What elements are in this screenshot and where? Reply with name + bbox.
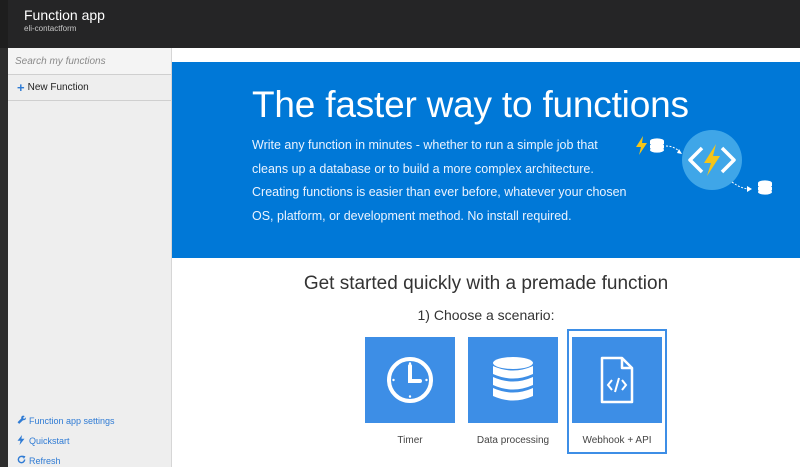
sidebar-link-refresh[interactable]: Refresh	[16, 455, 61, 466]
quickstart-title: Get started quickly with a premade funct…	[303, 273, 669, 294]
scenario-label-timer: Timer	[397, 435, 423, 446]
plus-icon: +	[17, 80, 25, 95]
search-input[interactable]	[8, 48, 171, 75]
top-bar-strip	[0, 0, 8, 48]
sidebar-link-settings[interactable]: Function app settings	[16, 415, 115, 426]
sidebar: + New Function Function app settings Qui…	[8, 48, 172, 467]
scenario-label-webhook-api: Webhook + API	[582, 435, 652, 446]
sidebar-link-label: Function app settings	[29, 415, 115, 426]
hero-title: The faster way to functions	[252, 84, 689, 125]
choose-scenario-label: 1) Choose a scenario:	[417, 307, 555, 323]
hero-description: Write any function in minutes - whether …	[252, 138, 627, 223]
lightning-icon	[16, 435, 26, 447]
scenario-tile-data-processing[interactable]	[468, 337, 558, 423]
lightning-icon	[636, 136, 647, 155]
app-title: Function app	[24, 7, 105, 23]
new-function-button[interactable]: + New Function	[8, 75, 171, 101]
database-icon	[758, 180, 772, 195]
arrow-icon	[665, 145, 682, 154]
new-function-label: New Function	[27, 82, 89, 93]
top-bar: Function app eli-contactform	[0, 0, 800, 48]
database-icon	[493, 357, 533, 401]
app-subtitle: eli-contactform	[24, 24, 77, 33]
code-file-icon	[600, 356, 634, 404]
left-gutter	[0, 48, 8, 467]
azure-functions-icon	[682, 130, 742, 190]
clock-icon	[387, 357, 433, 403]
sidebar-link-label: Quickstart	[29, 436, 70, 446]
arrow-icon	[731, 181, 752, 192]
scenario-tile-timer[interactable]	[365, 337, 455, 423]
functions-illustration	[636, 130, 772, 195]
sidebar-link-label: Refresh	[29, 455, 61, 466]
database-icon	[650, 138, 664, 153]
hero-banner: The faster way to functions Write any fu…	[172, 62, 800, 258]
sidebar-link-quickstart[interactable]: Quickstart	[16, 435, 70, 447]
refresh-icon	[16, 455, 26, 466]
scenario-label-data-processing: Data processing	[476, 435, 550, 446]
wrench-icon	[16, 415, 26, 426]
scenario-tile-webhook-api[interactable]	[572, 337, 662, 423]
